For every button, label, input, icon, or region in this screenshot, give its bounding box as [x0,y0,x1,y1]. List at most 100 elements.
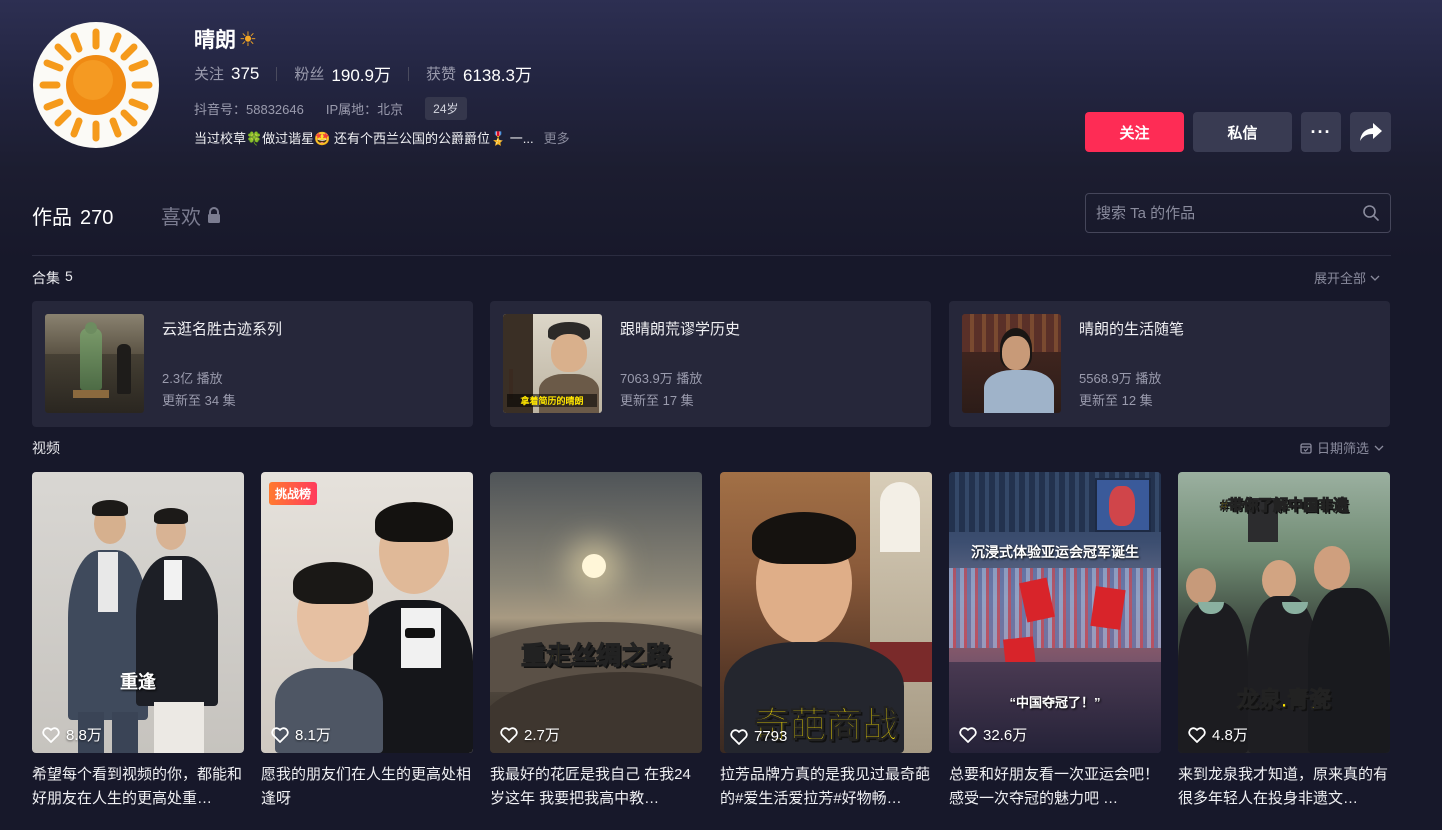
search-box [1085,193,1391,233]
video-caption[interactable]: 愿我的朋友们在人生的更高处相逢呀 [261,763,473,811]
video-likes-count: 8.8万 [66,727,102,744]
profile-bio: 当过校草🍀做过谐星🤩 还有个西兰公国的公爵爵位🎖️ 一... 更多 [194,128,570,147]
follow-button[interactable]: 关注 [1085,112,1184,152]
profile-name: 晴朗 ☀ [194,24,257,54]
following-count[interactable]: 375 [231,64,259,84]
video-likes-count: 32.6万 [983,727,1028,744]
tab-likes-label: 喜欢 [161,207,201,229]
heart-icon [500,726,518,743]
collection-title: 晴朗的生活随笔 [1079,321,1185,338]
video-caption[interactable]: 我最好的花匠是我自己 在我24岁这年 我要把我高中教… [490,763,702,811]
age-badge: 24岁 [425,97,467,120]
video-likes: 32.6万 [959,724,1027,745]
challenge-badge: 挑战榜 [269,482,318,505]
video-likes: 8.8万 [42,724,102,745]
date-filter-label: 日期筛选 [1317,441,1370,456]
sun-avatar-icon [39,28,153,142]
share-button[interactable] [1350,112,1391,152]
likes-received-count: 6138.3万 [462,66,532,85]
video-thumbnail[interactable]: 挑战榜 8.1万 [261,472,473,753]
likes-received-label: 获赞 [425,66,456,83]
collection-thumbnail [962,314,1061,413]
video-card[interactable]: 沉浸式体验亚运会冠军诞生 “中国夺冠了！” 32.6万 总要和好朋友看一次亚运会… [949,472,1161,811]
video-thumbnail[interactable]: 沉浸式体验亚运会冠军诞生 “中国夺冠了！” 32.6万 [949,472,1161,753]
share-icon [1359,123,1382,141]
video-caption[interactable]: 希望每个看到视频的你，都能和好朋友在人生的更高处重… [32,763,244,811]
collections-header: 合集 5 [32,268,73,288]
collections-label: 合集 [32,270,60,286]
avatar[interactable] [33,22,159,148]
chevron-down-icon [1374,445,1384,451]
bio-more-link[interactable]: 更多 [544,128,570,147]
following-label[interactable]: 关注 [194,63,224,84]
expand-all-button[interactable]: 展开全部 [1314,268,1380,287]
video-likes: 2.7万 [500,724,560,745]
video-card[interactable]: 重走丝绸之路 2.7万 我最好的花匠是我自己 在我24岁这年 我要把我高中教… [490,472,702,811]
collection-card[interactable]: 晴朗的生活随笔 5568.9万 播放 更新至 12 集 [949,301,1390,427]
collection-card[interactable]: 拿着简历的晴朗 跟晴朗荒谬学历史 7063.9万 播放 更新至 17 集 [490,301,931,427]
expand-all-label: 展开全部 [1314,271,1367,286]
heart-icon [959,726,977,743]
tab-works-count: 270 [80,207,114,229]
video-overlay-text: 重逢 [120,672,156,692]
video-card[interactable]: 挑战榜 8.1万 愿我的朋友们在人生的更高处相逢呀 [261,472,473,811]
video-overlay-text: 重走丝绸之路 [520,642,671,671]
sun-icon: ☀ [239,28,257,51]
video-thumbnail[interactable]: 重走丝绸之路 2.7万 [490,472,702,753]
tab-works[interactable]: 作品 270 [32,201,113,230]
ip-location: IP属地：北京 [325,102,404,117]
heart-icon [42,726,60,743]
video-thumbnail[interactable]: 奇葩商战 7793 [720,472,932,753]
search-icon[interactable] [1362,204,1380,222]
videos-header: 视频 [32,440,60,456]
search-input[interactable] [1096,204,1336,222]
collection-plays: 7063.9万 播放 [620,371,703,386]
date-filter-button[interactable]: 日期筛选 [1300,438,1384,457]
followers-count[interactable]: 190.9万 [331,61,391,86]
video-caption[interactable]: 总要和好朋友看一次亚运会吧！感受一次夺冠的魅力吧 … [949,763,1161,811]
calendar-icon [1300,442,1312,454]
video-caption[interactable]: 来到龙泉我才知道，原来真的有很多年轻人在投身非遗文… [1178,763,1390,811]
heart-icon [271,726,289,743]
section-divider [32,255,1391,256]
video-likes-count: 2.7万 [524,727,560,744]
message-button[interactable]: 私信 [1193,112,1292,152]
video-overlay-bottom: “中国夺冠了！” [1009,695,1101,710]
bio-text: 当过校草🍀做过谐星🤩 还有个西兰公国的公爵爵位🎖️ 一... [194,131,534,146]
tab-works-label: 作品 [32,207,72,229]
douyin-id: 抖音号：58832646 [194,102,304,117]
chevron-down-icon [1370,275,1380,281]
heart-icon [730,728,748,745]
more-button[interactable]: ··· [1301,112,1341,152]
collection-plays: 5568.9万 播放 [1079,371,1162,386]
video-likes-count: 8.1万 [295,727,331,744]
video-caption[interactable]: 拉芳品牌方真的是我见过最奇葩的#爱生活爱拉芳#好物畅… [720,763,932,811]
profile-meta: 抖音号：58832646 IP属地：北京 24岁 [194,97,467,120]
stat-divider [276,66,278,81]
video-card[interactable]: 奇葩商战 7793 拉芳品牌方真的是我见过最奇葩的#爱生活爱拉芳#好物畅… [720,472,932,811]
collection-title: 云逛名胜古迹系列 [162,321,283,338]
collection-thumb-caption: 拿着简历的晴朗 [507,394,597,407]
video-thumbnail[interactable]: 重逢 8.8万 [32,472,244,753]
video-overlay-top: 沉浸式体验亚运会冠军诞生 [971,544,1139,560]
video-likes-count: 4.8万 [1212,727,1248,744]
followers-label[interactable]: 粉丝 [294,63,324,84]
collection-updates: 更新至 34 集 [162,393,236,408]
video-thumbnail[interactable]: #带你了解中国非遗 龙泉.青瓷 4.8万 [1178,472,1390,753]
video-likes: 4.8万 [1188,724,1248,745]
profile-name-text: 晴朗 [194,29,236,52]
video-likes-count: 7793 [754,728,788,745]
collection-updates: 更新至 12 集 [1079,393,1153,408]
video-card[interactable]: #带你了解中国非遗 龙泉.青瓷 4.8万 来到龙泉我才知道，原来真的有很多年轻人… [1178,472,1390,811]
collection-card[interactable]: 云逛名胜古迹系列 2.3亿 播放 更新至 34 集 [32,301,473,427]
collections-count: 5 [65,268,73,284]
heart-icon [1188,726,1206,743]
video-card[interactable]: 重逢 8.8万 希望每个看到视频的你，都能和好朋友在人生的更高处重… [32,472,244,811]
video-overlay-top: #带你了解中国非遗 [1219,497,1349,515]
video-likes: 8.1万 [271,724,331,745]
lock-icon [208,207,220,223]
stat-divider [407,66,409,81]
tab-likes[interactable]: 喜欢 [161,201,221,230]
collection-plays: 2.3亿 播放 [162,371,223,386]
collection-title: 跟晴朗荒谬学历史 [620,321,741,338]
